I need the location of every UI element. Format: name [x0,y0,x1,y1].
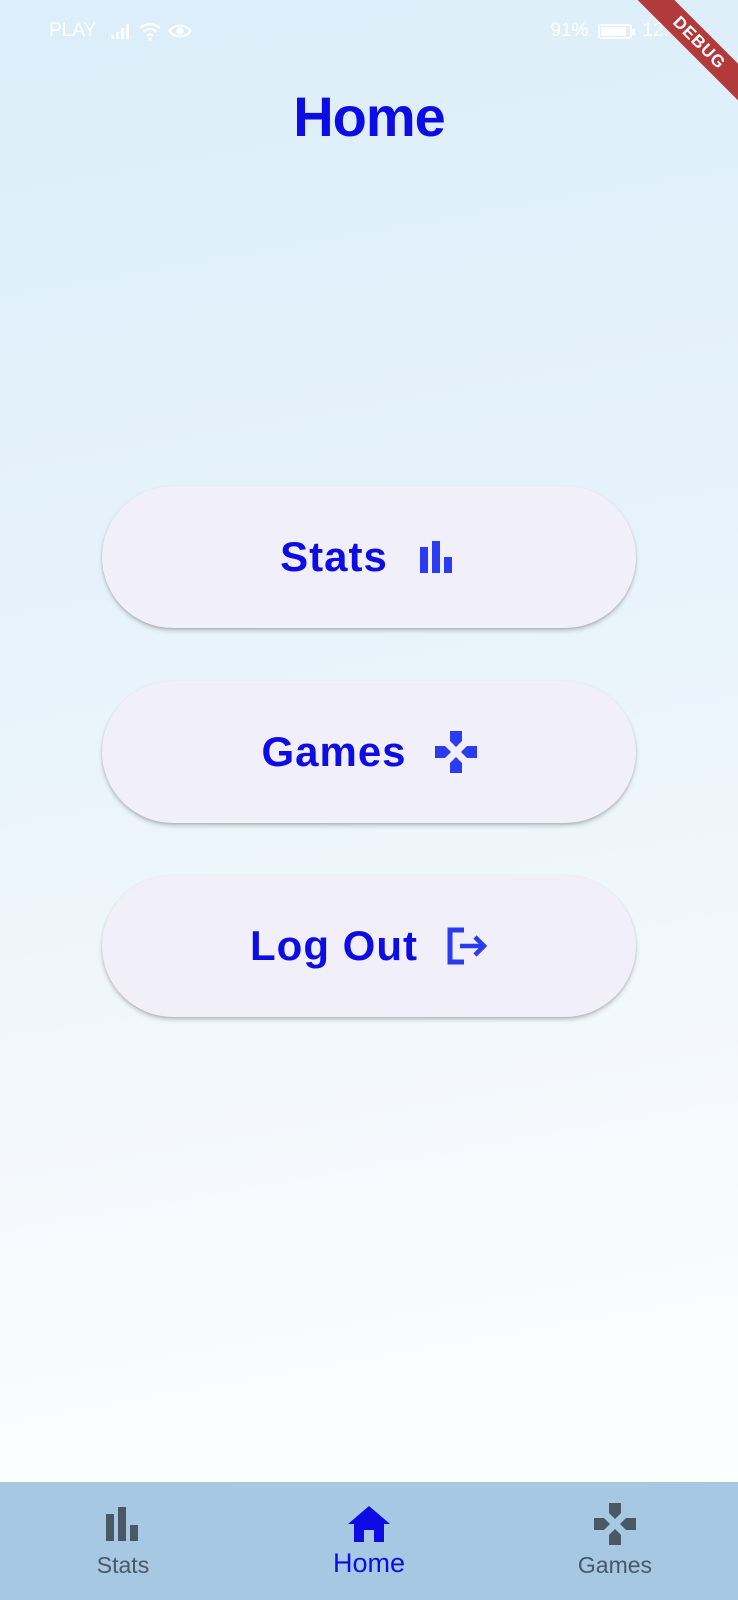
eye-icon [168,24,193,38]
logout-button[interactable]: Log Out [102,875,636,1017]
bar-chart-icon [101,1502,145,1546]
nav-label-stats: Stats [96,1552,150,1578]
games-button[interactable]: Games [102,681,636,823]
nav-item-home[interactable]: Home [289,1482,449,1600]
gamepad-icon [593,1502,637,1546]
nav-item-stats[interactable]: Stats [43,1482,203,1600]
signal-icon [111,24,130,39]
wifi-icon [139,22,161,41]
carrier-label: PLAY [49,20,97,41]
status-icons [110,21,193,41]
logout-button-label: Log Out [250,922,418,969]
stats-button[interactable]: Stats [102,486,636,628]
gamepad-icon [434,731,477,773]
nav-item-games[interactable]: Games [535,1482,695,1600]
stats-button-label: Stats [280,533,388,580]
home-icon [347,1502,391,1546]
status-left: PLAY [49,20,193,42]
battery-percent: 91% [550,20,589,41]
bar-chart-icon [416,536,458,578]
bottom-nav: Stats Home Games [0,1482,738,1600]
nav-label-home: Home [332,1548,406,1578]
nav-label-games: Games [577,1552,653,1578]
page-title: Home [293,85,446,148]
games-button-label: Games [261,728,407,775]
logout-icon [446,925,488,967]
